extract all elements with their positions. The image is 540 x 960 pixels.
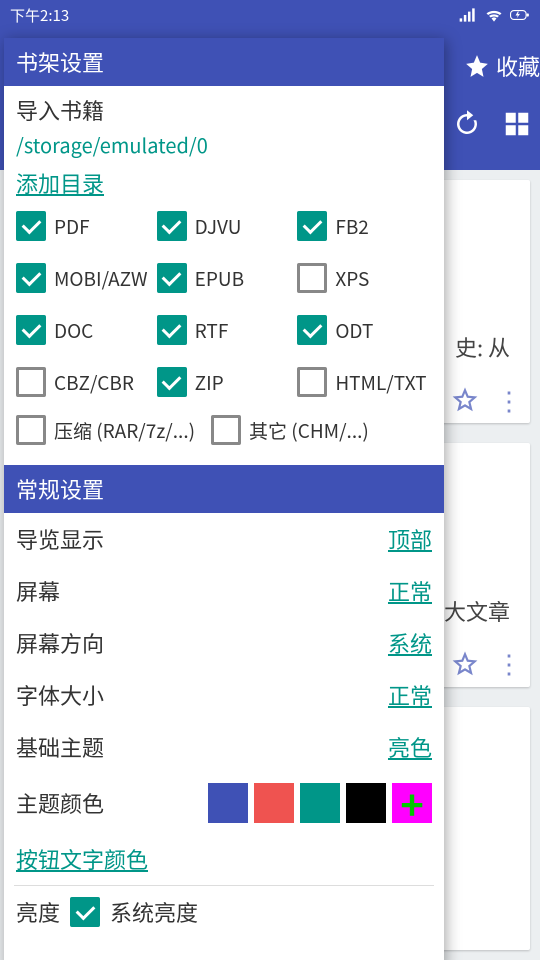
general-settings-header: 常规设置 bbox=[4, 465, 444, 513]
checkbox[interactable] bbox=[157, 315, 187, 345]
wifi-icon bbox=[484, 5, 504, 25]
brightness-value: 40 bbox=[16, 954, 56, 960]
settings-panel: 书架设置 导入书籍 /storage/emulated/0 添加目录 PDFDJ… bbox=[4, 38, 444, 960]
format-epub[interactable]: EPUB bbox=[157, 263, 292, 293]
pref-value[interactable]: 正常 bbox=[388, 575, 432, 607]
format-compress[interactable]: 压缩 (RAR/7z/...) bbox=[16, 415, 195, 445]
format-other[interactable]: 其它 (CHM/...) bbox=[211, 415, 369, 445]
checkbox[interactable] bbox=[297, 211, 327, 241]
checkbox[interactable] bbox=[16, 367, 46, 397]
shelf-settings-header: 书架设置 bbox=[4, 38, 444, 86]
add-color-swatch[interactable]: + bbox=[392, 783, 432, 823]
checkbox[interactable] bbox=[16, 211, 46, 241]
checkbox[interactable] bbox=[297, 263, 327, 293]
star-outline-icon[interactable] bbox=[452, 387, 478, 413]
format-fb2[interactable]: FB2 bbox=[297, 211, 432, 241]
button-text-color-row: 按钮文字颜色 bbox=[4, 833, 444, 885]
book-title: 史: 从 bbox=[455, 331, 510, 363]
format-mobi-azw[interactable]: MOBI/AZW bbox=[16, 263, 151, 293]
format-zip[interactable]: ZIP bbox=[157, 367, 292, 397]
checkbox[interactable] bbox=[297, 315, 327, 345]
checkbox[interactable] bbox=[297, 367, 327, 397]
star-icon bbox=[464, 53, 490, 79]
brightness-plus[interactable]: + bbox=[402, 944, 432, 960]
refresh-icon[interactable] bbox=[452, 109, 482, 139]
format-rtf[interactable]: RTF bbox=[157, 315, 292, 345]
checkbox[interactable] bbox=[211, 415, 241, 445]
star-outline-icon[interactable] bbox=[452, 651, 478, 677]
checkbox[interactable] bbox=[16, 415, 46, 445]
format-djvu[interactable]: DJVU bbox=[157, 211, 292, 241]
status-time: 下午2:13 bbox=[10, 5, 69, 26]
favorites-tab[interactable]: 收藏 bbox=[464, 50, 540, 82]
brightness-row: 亮度 系统亮度 bbox=[4, 886, 444, 938]
color-swatch[interactable] bbox=[300, 783, 340, 823]
pref-row[interactable]: 字体大小正常 bbox=[4, 669, 444, 721]
format-xps[interactable]: XPS bbox=[297, 263, 432, 293]
brightness-minus[interactable]: − bbox=[360, 944, 390, 960]
pref-value[interactable]: 亮色 bbox=[388, 731, 432, 763]
brightness-slider-row: 40 − + bbox=[4, 938, 444, 960]
format-doc[interactable]: DOC bbox=[16, 315, 151, 345]
checkbox[interactable] bbox=[157, 263, 187, 293]
import-label: 导入书籍 bbox=[16, 94, 432, 126]
grid-icon[interactable] bbox=[502, 109, 532, 139]
add-dir-link[interactable]: 添加目录 bbox=[16, 167, 104, 199]
pref-row[interactable]: 屏幕正常 bbox=[4, 565, 444, 617]
signal-icon bbox=[458, 5, 478, 25]
format-pdf[interactable]: PDF bbox=[16, 211, 151, 241]
color-swatch[interactable] bbox=[208, 783, 248, 823]
theme-color-row: 主题颜色 + bbox=[4, 773, 444, 833]
pref-row[interactable]: 导览显示顶部 bbox=[4, 513, 444, 565]
format-cbz-cbr[interactable]: CBZ/CBR bbox=[16, 367, 151, 397]
button-text-color-link[interactable]: 按钮文字颜色 bbox=[16, 843, 148, 875]
book-title: 大文章 bbox=[444, 595, 510, 627]
format-odt[interactable]: ODT bbox=[297, 315, 432, 345]
more-icon[interactable]: ⋮ bbox=[496, 658, 520, 668]
pref-value[interactable]: 系统 bbox=[388, 627, 432, 659]
checkbox[interactable] bbox=[16, 315, 46, 345]
color-swatch[interactable] bbox=[254, 783, 294, 823]
checkbox[interactable] bbox=[157, 211, 187, 241]
more-icon[interactable]: ⋮ bbox=[496, 395, 520, 405]
checkbox[interactable] bbox=[16, 263, 46, 293]
checkbox[interactable] bbox=[157, 367, 187, 397]
system-brightness-checkbox[interactable] bbox=[70, 897, 100, 927]
status-bar: 下午2:13 bbox=[0, 0, 540, 30]
battery-icon bbox=[510, 5, 530, 25]
import-path[interactable]: /storage/emulated/0 bbox=[16, 130, 432, 159]
color-swatch[interactable] bbox=[346, 783, 386, 823]
pref-row[interactable]: 基础主题亮色 bbox=[4, 721, 444, 773]
format-html-txt[interactable]: HTML/TXT bbox=[297, 367, 432, 397]
pref-value[interactable]: 顶部 bbox=[388, 523, 432, 555]
pref-value[interactable]: 正常 bbox=[388, 679, 432, 711]
pref-row[interactable]: 屏幕方向系统 bbox=[4, 617, 444, 669]
